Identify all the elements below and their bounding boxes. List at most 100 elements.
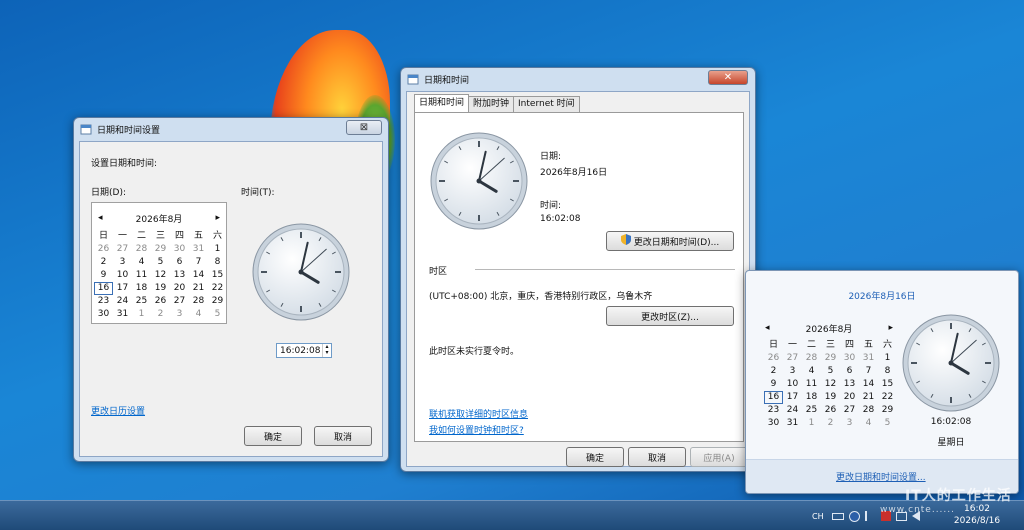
calendar-day[interactable]: 4 (859, 417, 878, 430)
calendar-day[interactable]: 4 (802, 365, 821, 378)
change-calendar-link[interactable]: 更改日历设置 (91, 404, 145, 417)
title-bar[interactable]: 日期和时间设置 (74, 118, 388, 140)
ime-indicator[interactable]: CH (812, 512, 824, 521)
calendar-day[interactable]: 30 (840, 352, 859, 365)
calendar-day[interactable]: 2 (151, 308, 170, 321)
calendar-day[interactable]: 30 (170, 243, 189, 256)
calendar-day[interactable]: 28 (859, 404, 878, 417)
spinner-arrows-icon[interactable]: ▴ ▾ (322, 344, 331, 357)
calendar-day[interactable]: 16 (94, 282, 113, 295)
calendar-day[interactable]: 17 (113, 282, 132, 295)
next-month-button[interactable]: ▸ (888, 323, 893, 333)
flyout-calendar[interactable]: ◂ 2026年8月 ▸ 日一二三四五六 26 27 28 29 30 31 1 2 3 4 5 6 7 8 9… (759, 315, 899, 433)
calendar-day[interactable]: 15 (878, 378, 897, 391)
calendar-day[interactable]: 21 (859, 391, 878, 404)
calendar-day[interactable]: 8 (878, 365, 897, 378)
calendar-day[interactable]: 11 (802, 378, 821, 391)
calendar-day[interactable]: 31 (859, 352, 878, 365)
calendar-day[interactable]: 2 (821, 417, 840, 430)
calendar-day[interactable]: 25 (132, 295, 151, 308)
calendar-day[interactable]: 19 (821, 391, 840, 404)
calendar-day[interactable]: 20 (840, 391, 859, 404)
change-settings-link[interactable]: 更改日期和时间设置... (836, 470, 926, 483)
ok-button[interactable]: 确定 (566, 447, 624, 467)
calendar-day[interactable]: 5 (151, 256, 170, 269)
calendar-day[interactable]: 28 (189, 295, 208, 308)
calendar-day[interactable]: 1 (132, 308, 151, 321)
calendar-day[interactable]: 15 (208, 269, 227, 282)
calendar-day[interactable]: 1 (802, 417, 821, 430)
calendar-day[interactable]: 25 (802, 404, 821, 417)
calendar-day[interactable]: 29 (821, 352, 840, 365)
tab-additional-clocks[interactable]: 附加时钟 (468, 96, 515, 112)
calendar-day[interactable]: 17 (783, 391, 802, 404)
calendar-day[interactable]: 3 (840, 417, 859, 430)
calendar-day[interactable]: 4 (189, 308, 208, 321)
calendar-day[interactable]: 29 (878, 404, 897, 417)
calendar-day[interactable]: 21 (189, 282, 208, 295)
calendar-day[interactable]: 8 (208, 256, 227, 269)
calendar-day[interactable]: 28 (132, 243, 151, 256)
prev-month-button[interactable]: ◂ (765, 323, 770, 333)
close-button[interactable]: ✕ (708, 70, 748, 85)
calendar-day[interactable]: 3 (113, 256, 132, 269)
calendar-day[interactable]: 31 (189, 243, 208, 256)
calendar-day[interactable]: 12 (821, 378, 840, 391)
calendar-day[interactable]: 1 (208, 243, 227, 256)
title-bar[interactable]: 日期和时间 (401, 68, 755, 90)
calendar-day[interactable]: 14 (859, 378, 878, 391)
timezone-info-link[interactable]: 联机获取详细的时区信息 (429, 407, 528, 420)
calendar-day[interactable]: 27 (113, 243, 132, 256)
calendar[interactable]: ◂ 2026年8月 ▸ 日一二三四五六 26 27 28 29 30 31 1 2 3 4 5 6 7 8 9… (91, 202, 227, 324)
calendar-day[interactable]: 6 (840, 365, 859, 378)
calendar-day[interactable]: 24 (783, 404, 802, 417)
tab-internet-time[interactable]: Internet 时间 (513, 96, 580, 112)
calendar-day[interactable]: 9 (764, 378, 783, 391)
calendar-day[interactable]: 11 (132, 269, 151, 282)
calendar-day[interactable]: 30 (94, 308, 113, 321)
calendar-day[interactable]: 18 (132, 282, 151, 295)
calendar-day[interactable]: 24 (113, 295, 132, 308)
tab-datetime[interactable]: 日期和时间 (414, 94, 470, 112)
calendar-day[interactable]: 6 (170, 256, 189, 269)
help-icon[interactable] (848, 510, 860, 522)
how-to-set-clock-link[interactable]: 我如何设置时钟和时区? (429, 423, 524, 436)
change-datetime-button[interactable]: 更改日期和时间(D)... (606, 231, 734, 251)
calendar-day[interactable]: 7 (189, 256, 208, 269)
calendar-day[interactable]: 9 (94, 269, 113, 282)
calendar-day[interactable]: 12 (151, 269, 170, 282)
time-spinner[interactable]: 16:02:08 ▴ ▾ (276, 343, 332, 358)
calendar-day[interactable]: 23 (94, 295, 113, 308)
calendar-day[interactable]: 3 (170, 308, 189, 321)
calendar-month-title[interactable]: 2026年8月 (806, 322, 853, 335)
calendar-day[interactable]: 5 (821, 365, 840, 378)
calendar-day[interactable]: 13 (170, 269, 189, 282)
calendar-day[interactable]: 22 (878, 391, 897, 404)
calendar-day[interactable]: 27 (170, 295, 189, 308)
flyout-date-heading[interactable]: 2026年8月16日 (746, 289, 1018, 302)
calendar-day[interactable]: 4 (132, 256, 151, 269)
ok-button[interactable]: 确定 (244, 426, 302, 446)
calendar-day[interactable]: 26 (821, 404, 840, 417)
calendar-day[interactable]: 2 (764, 365, 783, 378)
calendar-day[interactable]: 26 (94, 243, 113, 256)
calendar-day[interactable]: 26 (151, 295, 170, 308)
calendar-day[interactable]: 13 (840, 378, 859, 391)
calendar-day[interactable]: 28 (802, 352, 821, 365)
calendar-day[interactable]: 27 (840, 404, 859, 417)
calendar-day[interactable]: 14 (189, 269, 208, 282)
next-month-button[interactable]: ▸ (215, 213, 220, 223)
prev-month-button[interactable]: ◂ (98, 213, 103, 223)
close-button[interactable]: ⊠ (346, 120, 382, 135)
keyboard-icon[interactable] (831, 512, 844, 520)
calendar-day[interactable]: 18 (802, 391, 821, 404)
pen-icon[interactable] (864, 511, 873, 521)
calendar-day[interactable]: 16 (764, 391, 783, 404)
calendar-day[interactable]: 29 (208, 295, 227, 308)
calendar-day[interactable]: 10 (783, 378, 802, 391)
calendar-day[interactable]: 22 (208, 282, 227, 295)
calendar-day[interactable]: 31 (783, 417, 802, 430)
calendar-month-title[interactable]: 2026年8月 (136, 212, 183, 225)
calendar-day[interactable]: 3 (783, 365, 802, 378)
calendar-day[interactable]: 2 (94, 256, 113, 269)
